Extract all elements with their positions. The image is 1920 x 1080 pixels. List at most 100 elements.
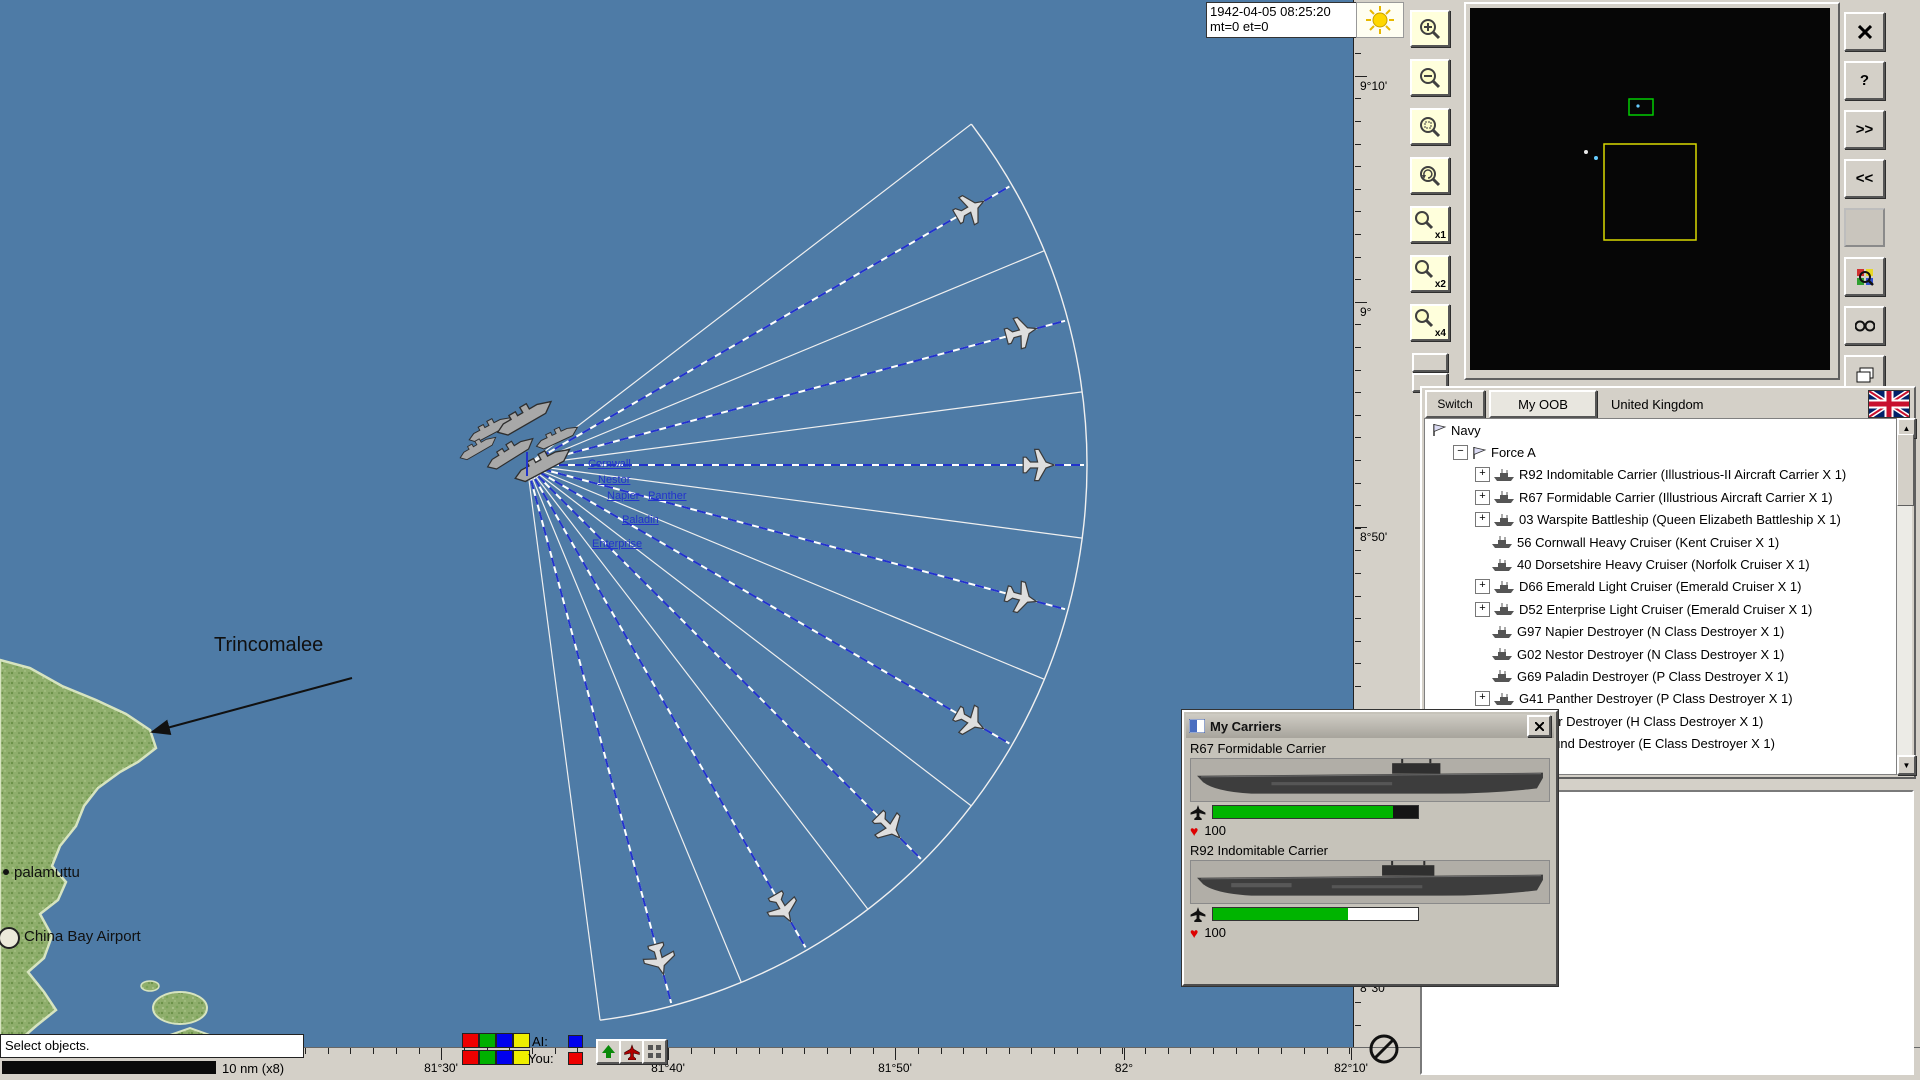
ship-icon bbox=[1493, 490, 1515, 504]
patrol-aircraft-icon[interactable] bbox=[949, 188, 992, 231]
oob-tree-item[interactable]: 56 Cornwall Heavy Cruiser (Kent Cruiser … bbox=[1425, 531, 1896, 553]
ruler-tick bbox=[1009, 1048, 1010, 1054]
ruler-tick bbox=[1355, 415, 1361, 416]
minimap[interactable] bbox=[1470, 8, 1830, 370]
aircraft-icon bbox=[1190, 804, 1206, 820]
magnifier-icon bbox=[1418, 115, 1442, 139]
magnifier-icon bbox=[1414, 259, 1434, 279]
ship-icon bbox=[1493, 580, 1515, 594]
ruler-tick bbox=[1355, 686, 1361, 687]
tree-item-label: Force A bbox=[1491, 445, 1536, 460]
map-display-button[interactable] bbox=[1844, 257, 1885, 296]
switch-button[interactable]: Switch bbox=[1425, 390, 1485, 418]
oob-tree-item[interactable]: 40 Dorsetshire Heavy Cruiser (Norfolk Cr… bbox=[1425, 553, 1896, 575]
window-titlebar[interactable]: My Carriers bbox=[1186, 714, 1554, 738]
airport-icon bbox=[0, 928, 19, 948]
ship-icon bbox=[1493, 468, 1515, 482]
oob-tree-item[interactable]: G69 Paladin Destroyer (P Class Destroyer… bbox=[1425, 665, 1896, 687]
formation-flag-icon bbox=[1471, 445, 1487, 461]
patrol-aircraft-icon[interactable] bbox=[1023, 449, 1054, 480]
game-clock: 1942-04-05 08:25:20 mt=0 et=0 bbox=[1206, 2, 1360, 38]
zoom-in-button[interactable] bbox=[1410, 10, 1450, 47]
search-sector-line bbox=[527, 251, 1044, 465]
oob-scrollbar[interactable]: ▲ ▼ bbox=[1897, 418, 1912, 775]
next-button[interactable]: >> bbox=[1844, 110, 1885, 149]
window-close-button[interactable] bbox=[1527, 715, 1551, 737]
ruler-tick bbox=[782, 1048, 783, 1054]
ruler-tick bbox=[963, 1048, 964, 1054]
health-heart-icon: ♥ bbox=[1190, 925, 1198, 941]
ruler-tick bbox=[986, 1048, 987, 1054]
ruler-tick bbox=[1236, 1048, 1237, 1054]
carrier-entry[interactable]: R67 Formidable Carrier ♥ 100 bbox=[1190, 740, 1550, 840]
tab-my-oob[interactable]: My OOB bbox=[1489, 390, 1597, 418]
up-arrow-icon bbox=[602, 1045, 615, 1058]
formation-button[interactable] bbox=[642, 1039, 667, 1064]
oob-tree-item[interactable]: +R92 Indomitable Carrier (Illustrious-II… bbox=[1425, 464, 1896, 486]
search-sector-line bbox=[527, 465, 1082, 538]
minimap-viewport-rect[interactable] bbox=[1604, 144, 1696, 240]
tree-expander[interactable]: + bbox=[1475, 602, 1490, 617]
ai-color-swatch bbox=[568, 1035, 583, 1048]
scroll-down-button[interactable]: ▼ bbox=[1897, 755, 1916, 775]
ruler-tick bbox=[1355, 121, 1361, 122]
latitude-label: 9° bbox=[1360, 305, 1371, 319]
ship-icon bbox=[1493, 513, 1515, 527]
tree-expander[interactable]: + bbox=[1475, 691, 1490, 706]
carrier-entry[interactable]: R92 Indomitable Carrier ♥ 100 bbox=[1190, 842, 1550, 942]
ruler-tick bbox=[714, 1048, 715, 1054]
toolbar-scroll-up-button[interactable] bbox=[1412, 353, 1448, 372]
patrol-aircraft-icon[interactable] bbox=[640, 940, 678, 978]
oob-tree-item[interactable]: +D52 Enterprise Light Cruiser (Emerald C… bbox=[1425, 598, 1896, 620]
close-button[interactable] bbox=[1844, 12, 1885, 51]
oob-tree-item[interactable]: +R67 Formidable Carrier (Illustrious Air… bbox=[1425, 486, 1896, 508]
zoom-out-button[interactable] bbox=[1410, 59, 1450, 96]
patrol-aircraft-icon[interactable] bbox=[949, 700, 992, 743]
patrol-aircraft-icon[interactable] bbox=[762, 887, 805, 930]
health-heart-icon: ♥ bbox=[1190, 823, 1198, 839]
zoom-x4-button[interactable]: x4 bbox=[1410, 304, 1450, 341]
map-canvas[interactable]: Trincomalee palamuttu China Bay Airport … bbox=[0, 0, 1353, 1047]
magnifier-plus-icon bbox=[1418, 17, 1442, 41]
help-button[interactable]: ? bbox=[1844, 61, 1885, 100]
zoom-x2-label: x2 bbox=[1435, 279, 1446, 290]
ruler-tick bbox=[328, 1048, 329, 1054]
carrier-silhouette bbox=[1190, 860, 1550, 904]
zoom-previous-button[interactable] bbox=[1410, 157, 1450, 194]
ruler-tick bbox=[1145, 1048, 1146, 1054]
tree-item-label: G41 Panther Destroyer (P Class Destroyer… bbox=[1519, 691, 1793, 706]
tree-expander[interactable]: + bbox=[1475, 579, 1490, 594]
ruler-tick bbox=[1355, 279, 1361, 280]
status-bar: Select objects. bbox=[0, 1034, 304, 1058]
allegiance-legend: AI: You: bbox=[462, 1033, 692, 1071]
tree-expander[interactable]: + bbox=[1475, 512, 1490, 527]
ship-icon bbox=[1493, 602, 1515, 616]
longitude-label: 81°30' bbox=[424, 1061, 458, 1075]
patrol-aircraft-icon[interactable] bbox=[1002, 313, 1040, 351]
zoom-x1-button[interactable]: x1 bbox=[1410, 206, 1450, 243]
close-icon bbox=[1535, 722, 1544, 731]
observe-button[interactable] bbox=[1844, 306, 1885, 345]
ruler-tick bbox=[1355, 53, 1361, 54]
patrol-aircraft-icon[interactable] bbox=[1002, 578, 1040, 616]
ruler-tick bbox=[1355, 596, 1361, 597]
oob-tree-item[interactable]: G97 Napier Destroyer (N Class Destroyer … bbox=[1425, 621, 1896, 643]
oob-tree-item[interactable]: +03 Warspite Battleship (Queen Elizabeth… bbox=[1425, 509, 1896, 531]
oob-tree-item[interactable]: +D66 Emerald Light Cruiser (Emerald Crui… bbox=[1425, 576, 1896, 598]
tree-expander[interactable]: + bbox=[1475, 467, 1490, 482]
oob-tree-item[interactable]: + G41 Panther Destroyer (P Class Destroye… bbox=[1425, 688, 1896, 710]
ruler-tick bbox=[1355, 1025, 1361, 1026]
tree-expander[interactable]: − bbox=[1453, 445, 1468, 460]
tree-expander[interactable]: + bbox=[1475, 490, 1490, 505]
air-operations-button[interactable] bbox=[619, 1039, 644, 1064]
move-order-button[interactable] bbox=[596, 1039, 621, 1064]
previous-button[interactable]: << bbox=[1844, 159, 1885, 198]
oob-tree-item[interactable]: G02 Nestor Destroyer (N Class Destroyer … bbox=[1425, 643, 1896, 665]
zoom-window-button[interactable] bbox=[1410, 108, 1450, 145]
oob-tree-item[interactable]: Navy bbox=[1425, 419, 1896, 441]
task-force-ships[interactable] bbox=[457, 392, 580, 485]
zoom-x2-button[interactable]: x2 bbox=[1410, 255, 1450, 292]
ruler-tick bbox=[1355, 460, 1361, 461]
oob-tree-item[interactable]: − Force A bbox=[1425, 441, 1896, 463]
scroll-thumb[interactable] bbox=[1897, 434, 1914, 506]
